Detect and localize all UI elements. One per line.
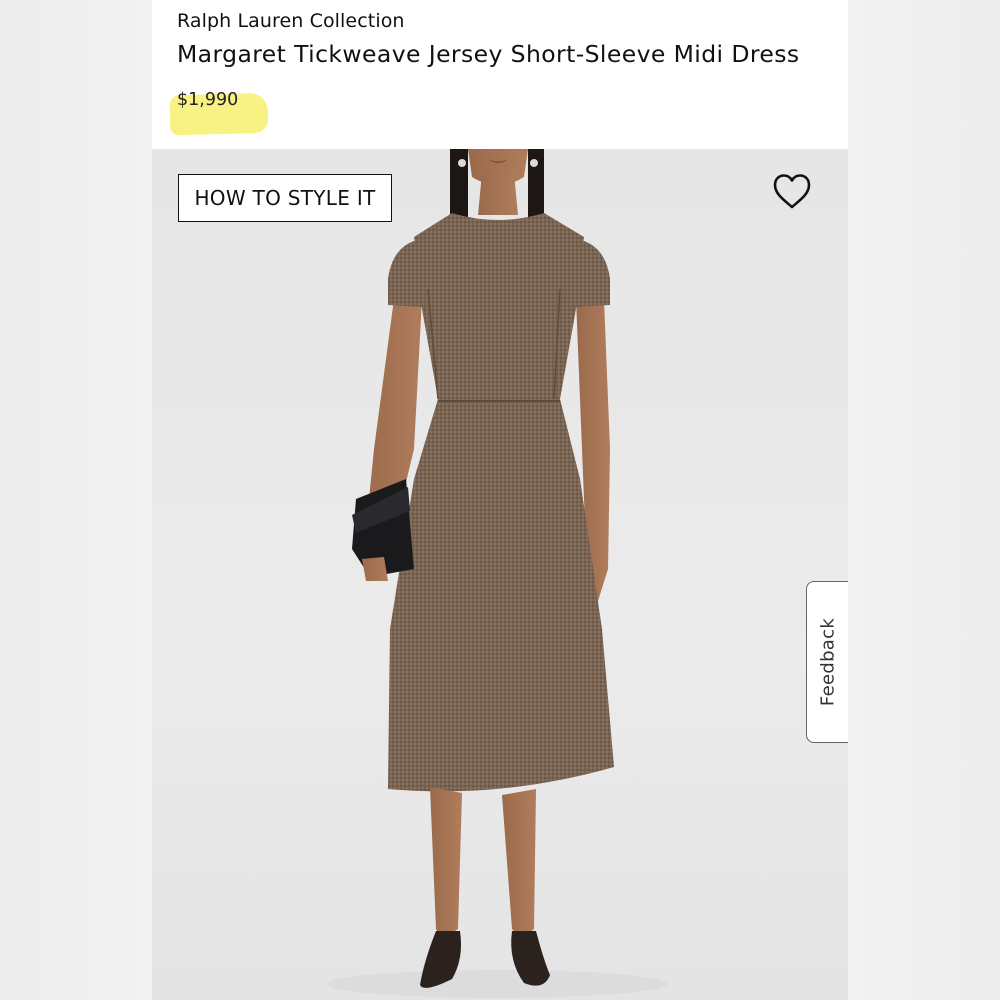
product-price: $1,990 <box>177 90 239 110</box>
model-leg-left <box>430 787 462 939</box>
product-card: Ralph Lauren Collection Margaret Tickwea… <box>152 0 848 1000</box>
model-hand-left <box>362 557 388 581</box>
product-photo[interactable]: HOW TO STYLE IT Feedback <box>152 149 848 1000</box>
how-to-style-it-button[interactable]: HOW TO STYLE IT <box>178 174 392 222</box>
brand-name[interactable]: Ralph Lauren Collection <box>177 10 405 32</box>
dress-skirt <box>388 399 614 792</box>
earring-right <box>530 159 538 167</box>
page: Ralph Lauren Collection Margaret Tickwea… <box>0 0 1000 1000</box>
feedback-tab[interactable]: Feedback <box>806 581 848 743</box>
model-neck <box>478 173 518 215</box>
heart-icon <box>773 174 811 209</box>
background-left <box>0 0 152 1000</box>
background-right <box>848 0 1000 1000</box>
model-hair-right <box>528 149 544 217</box>
feedback-label: Feedback <box>817 617 838 707</box>
model-hair-left <box>450 149 468 217</box>
favorite-button[interactable] <box>772 173 812 211</box>
product-title: Margaret Tickweave Jersey Short-Sleeve M… <box>177 40 800 68</box>
model-illustration <box>327 149 667 998</box>
earring-left <box>458 159 466 167</box>
product-header: Ralph Lauren Collection Margaret Tickwea… <box>152 0 848 149</box>
floor-shadow <box>327 970 667 998</box>
model-leg-right <box>502 789 536 939</box>
